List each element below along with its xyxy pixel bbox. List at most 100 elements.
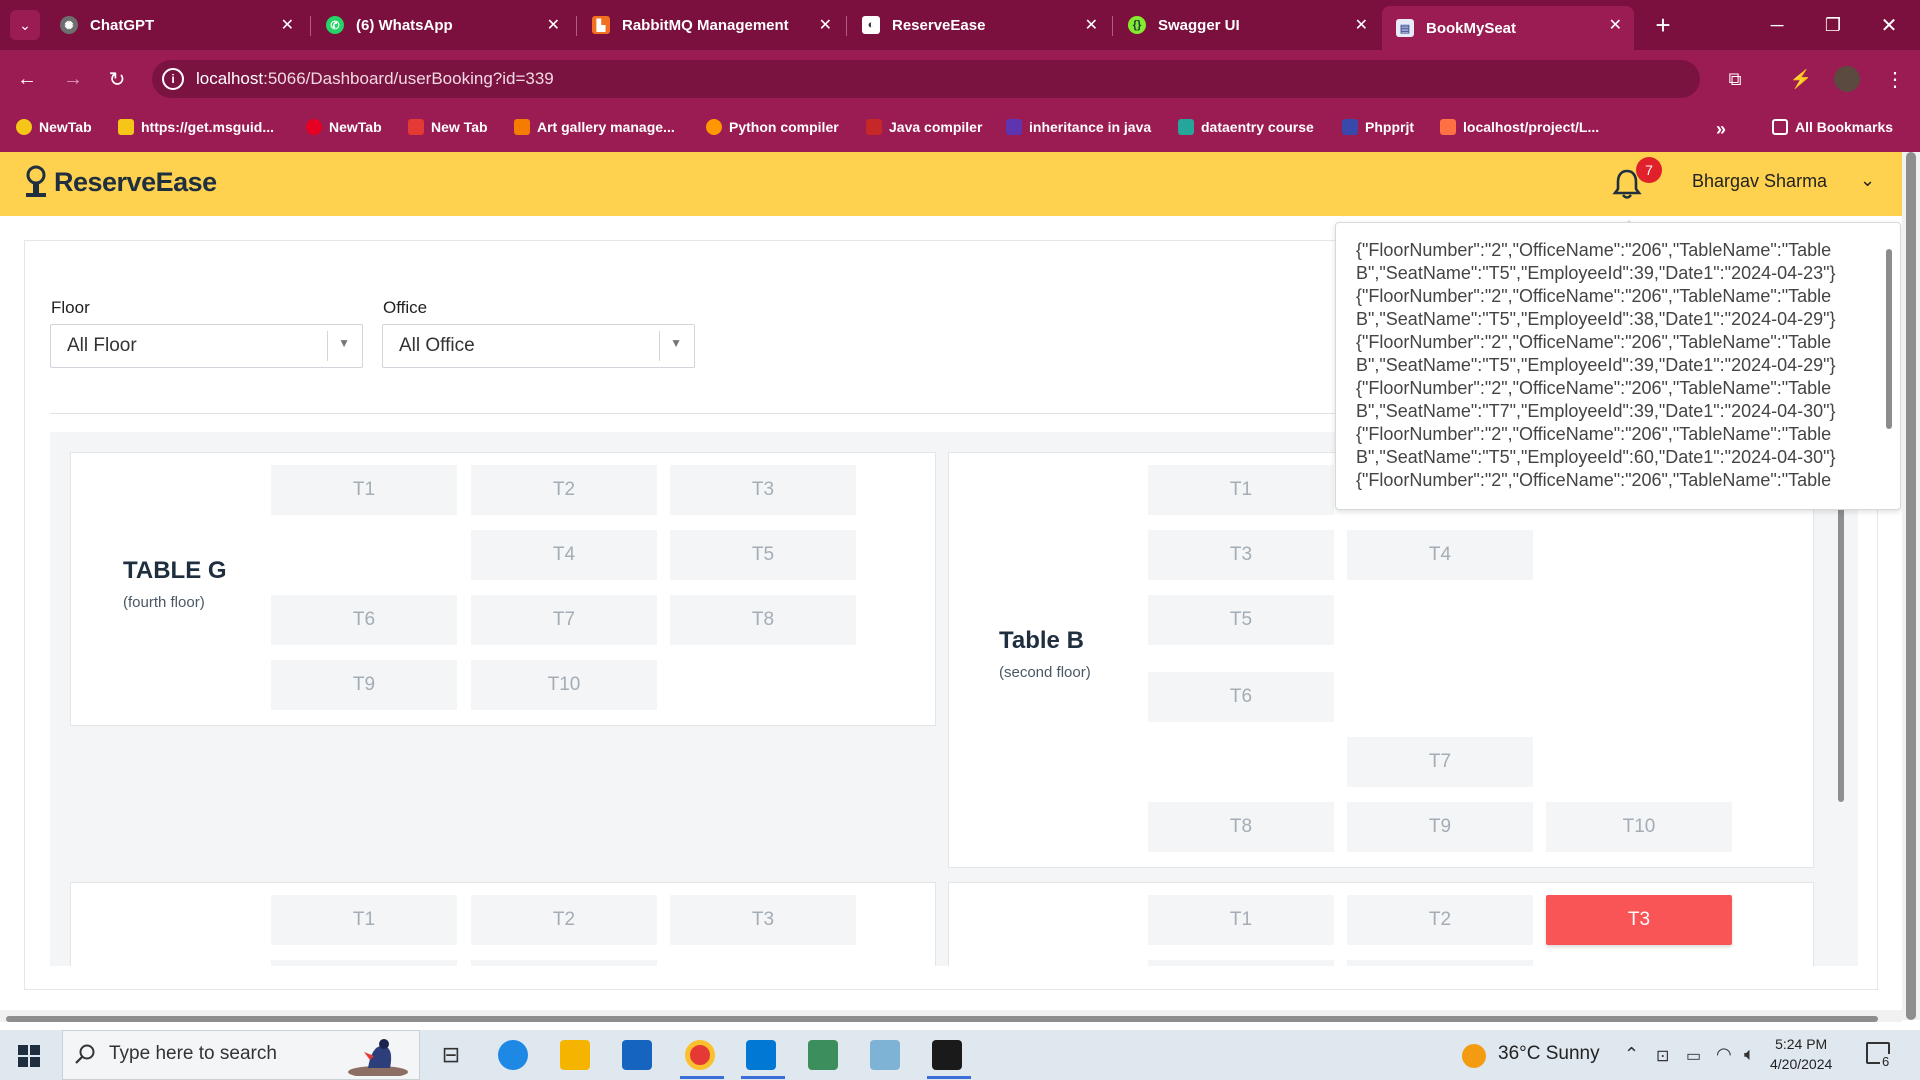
bookmark-item[interactable]: dataentry course [1178,119,1314,135]
tab-close-icon[interactable]: ✕ [547,15,560,35]
notification-item[interactable]: {"FloorNumber":"2","OfficeName":"206","T… [1356,377,1876,423]
minimize-icon[interactable]: ─ [1762,10,1792,40]
seat[interactable]: T6 [1148,672,1334,722]
back-arrow-icon[interactable]: ← [12,64,42,94]
seat[interactable] [471,960,657,966]
seat[interactable]: T1 [271,465,457,515]
seat[interactable]: T10 [1546,802,1732,852]
seat[interactable] [271,960,457,966]
task-view-icon[interactable]: ⊟ [436,1040,466,1070]
tab-search-chevron-icon[interactable]: ⌄ [10,10,40,40]
seat[interactable]: T2 [471,895,657,945]
notification-item[interactable]: {"FloorNumber":"2","OfficeName":"206","T… [1356,331,1876,377]
seat[interactable]: T10 [471,660,657,710]
volume-icon[interactable]: 🔈︎ [1744,1044,1755,1065]
tab-swagger[interactable]: {} Swagger UI ✕ [1114,6,1380,44]
tab-whatsapp[interactable]: ✆ (6) WhatsApp ✕ [312,6,572,44]
office-select[interactable]: All Office ▼ [382,324,695,368]
tab-close-icon[interactable]: ✕ [1085,15,1098,35]
terminal-icon[interactable] [932,1040,962,1070]
bookmark-item[interactable]: localhost/project/L... [1440,119,1599,135]
seat[interactable]: T7 [1347,737,1533,787]
seat[interactable]: T8 [670,595,856,645]
page-horizontal-scrollbar-thumb[interactable] [6,1016,1878,1022]
seat[interactable]: T3 [670,895,856,945]
tray-meet-icon[interactable]: ⊡ [1656,1046,1669,1066]
vscode-icon[interactable] [746,1040,776,1070]
seat[interactable]: T5 [670,530,856,580]
address-url[interactable]: localhost:5066/Dashboard/userBooking?id=… [196,69,554,89]
weather-text[interactable]: 36°C Sunny [1498,1043,1600,1065]
bookmark-item[interactable]: Art gallery manage... [514,119,675,135]
performance-icon[interactable]: ⚡ [1786,64,1816,94]
extensions-icon[interactable]: ⧉ [1720,64,1750,94]
microsoft-store-icon[interactable] [622,1040,652,1070]
seat[interactable]: T3 [670,465,856,515]
tab-close-icon[interactable]: ✕ [1609,15,1622,35]
user-menu-chevron-icon[interactable]: ⌄ [1860,170,1875,191]
seat[interactable] [1148,960,1334,966]
floor-select[interactable]: All Floor ▼ [50,324,363,368]
windows-start-icon[interactable] [18,1045,40,1067]
popup-scrollbar-thumb[interactable] [1886,249,1892,429]
bookmark-item[interactable]: inheritance in java [1006,119,1151,135]
seat[interactable]: T6 [271,595,457,645]
seat[interactable]: T8 [1148,802,1334,852]
browser-menu-icon[interactable]: ⋮ [1880,64,1910,94]
forward-arrow-icon[interactable]: → [58,64,88,94]
new-tab-plus-icon[interactable]: + [1648,10,1678,40]
bookmark-item[interactable]: https://get.msguid... [118,119,274,135]
bookmark-item[interactable]: Java compiler [866,119,982,135]
seat-booked[interactable]: T3 [1546,895,1732,945]
window-close-icon[interactable]: ✕ [1874,10,1904,40]
chrome-icon[interactable] [685,1040,715,1070]
notification-item[interactable]: {"FloorNumber":"2","OfficeName":"206","T… [1356,423,1876,469]
restore-icon[interactable]: ❐ [1818,10,1848,40]
notification-item[interactable]: {"FloorNumber":"2","OfficeName":"206","T… [1356,239,1876,285]
tab-close-icon[interactable]: ✕ [1355,15,1368,35]
tab-rabbitmq[interactable]: ▙ RabbitMQ Management ✕ [578,6,844,44]
seat[interactable]: T4 [471,530,657,580]
taskbar-clock[interactable]: 5:24 PM 4/20/2024 [1770,1034,1832,1074]
more-bookmarks-icon[interactable]: » [1716,119,1726,140]
tab-close-icon[interactable]: ✕ [819,15,832,35]
edge-browser-icon[interactable] [498,1040,528,1070]
sql-server-icon[interactable] [808,1040,838,1070]
tab-chatgpt[interactable]: ✺ ChatGPT ✕ [46,6,306,44]
seat[interactable]: T9 [271,660,457,710]
app-logo[interactable]: ReserveEase [24,165,217,199]
seat[interactable]: T5 [1148,595,1334,645]
seat[interactable]: T9 [1347,802,1533,852]
bookmark-item[interactable]: NewTab [16,119,92,135]
notepad-icon[interactable] [870,1040,900,1070]
battery-icon[interactable]: ▭ [1686,1046,1701,1066]
seat[interactable]: T1 [1148,895,1334,945]
seat[interactable]: T1 [1148,465,1334,515]
seat[interactable]: T2 [1347,895,1533,945]
bookmark-item[interactable]: Phpprjt [1342,119,1414,135]
bookmark-item[interactable]: Python compiler [706,119,839,135]
tab-reserveease[interactable]: ◐ ReserveEase ✕ [848,6,1110,44]
tab-bookmyseat[interactable]: ▤ BookMySeat ✕ [1382,6,1634,50]
reload-icon[interactable]: ↻ [102,64,132,94]
seat[interactable]: T2 [471,465,657,515]
site-info-icon[interactable]: i [162,68,184,90]
profile-avatar[interactable] [1832,64,1862,94]
tray-chevron-up-icon[interactable]: ⌃ [1624,1044,1639,1065]
page-vertical-scrollbar-thumb[interactable] [1906,152,1916,1020]
seat[interactable]: T4 [1347,530,1533,580]
weather-sun-icon[interactable] [1462,1044,1486,1068]
bookmark-item[interactable]: NewTab [306,119,382,135]
notification-item[interactable]: {"FloorNumber":"2","OfficeName":"206","T… [1356,285,1876,331]
all-bookmarks-folder[interactable]: All Bookmarks [1772,119,1893,135]
file-explorer-icon[interactable] [560,1040,590,1070]
notification-item[interactable]: {"FloorNumber":"2","OfficeName":"206","T… [1356,469,1876,492]
wifi-icon[interactable]: ◠ [1716,1044,1732,1065]
seat[interactable]: T3 [1148,530,1334,580]
user-name[interactable]: Bhargav Sharma [1692,171,1827,192]
tab-close-icon[interactable]: ✕ [281,15,294,35]
seat[interactable] [1347,960,1533,966]
bookmark-item[interactable]: New Tab [408,119,488,135]
seat[interactable]: T1 [271,895,457,945]
seat[interactable]: T7 [471,595,657,645]
